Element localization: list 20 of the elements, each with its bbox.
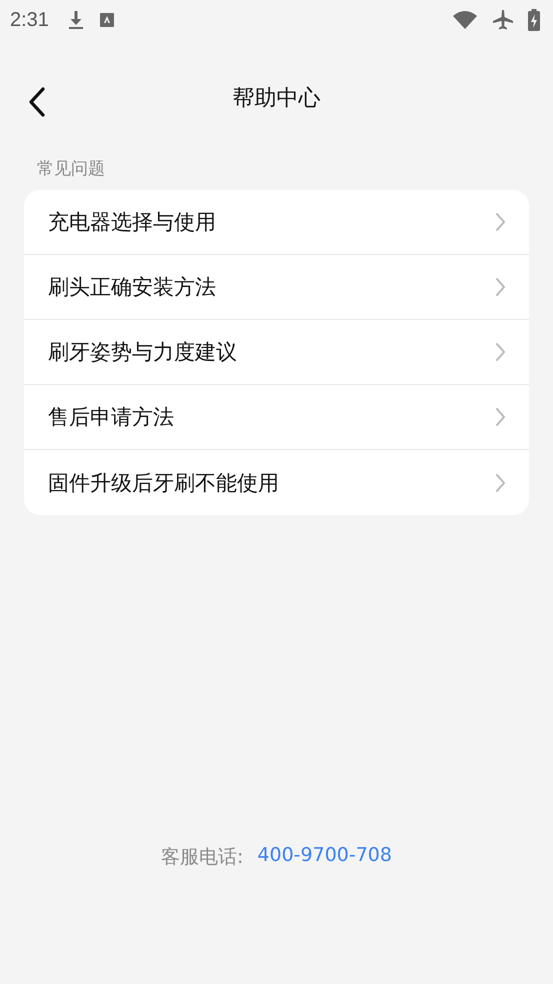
hotline-label: 客服电话: bbox=[160, 845, 244, 870]
status-time: 2:31 bbox=[10, 8, 49, 32]
chevron-icon bbox=[495, 472, 505, 492]
faq-item[interactable]: 刷头正确安装方法 bbox=[24, 255, 529, 320]
battery-icon bbox=[528, 9, 540, 31]
back-icon bbox=[28, 87, 46, 117]
faq-item[interactable]: 售后申请方法 bbox=[24, 385, 529, 450]
faq-item[interactable]: 固件升级后牙刷不能使用 bbox=[24, 450, 529, 515]
chevron-icon bbox=[495, 212, 505, 232]
airplane-icon bbox=[492, 9, 514, 31]
faq-item[interactable]: 刷牙姿势与力度建议 bbox=[24, 320, 529, 385]
chevron-icon bbox=[495, 277, 505, 297]
wifi-icon bbox=[452, 10, 478, 30]
download-icon bbox=[66, 9, 85, 31]
faq-item[interactable]: 充电器选择与使用 bbox=[24, 190, 529, 255]
chevron-icon bbox=[495, 407, 505, 427]
chevron-icon bbox=[495, 342, 505, 362]
section-title: 常见问题 bbox=[36, 158, 106, 181]
notification-icon bbox=[98, 12, 115, 28]
page-title: 帮助中心 bbox=[232, 85, 320, 113]
